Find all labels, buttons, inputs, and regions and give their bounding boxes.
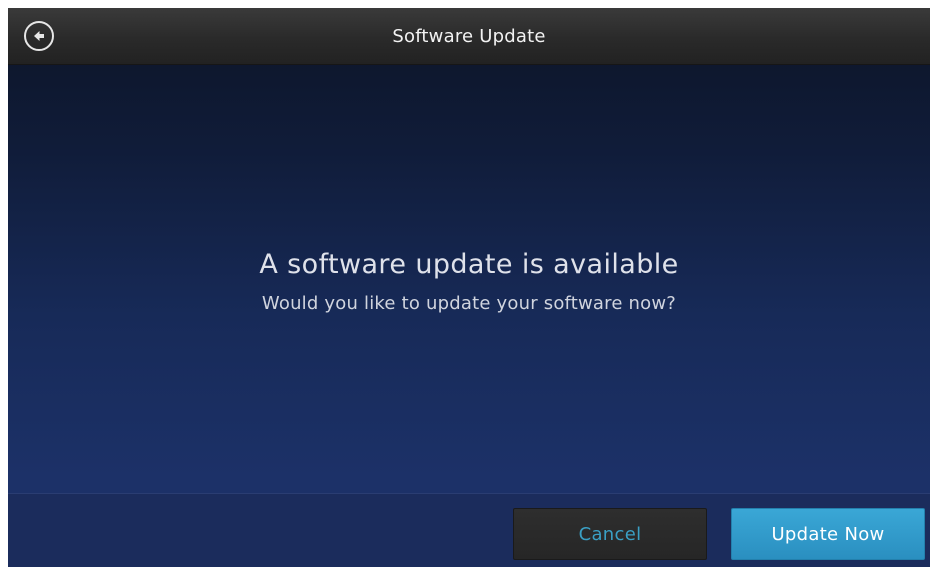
update-screen: Software Update A software update is ava… — [8, 8, 930, 567]
action-bar: Cancel Update Now — [8, 493, 930, 567]
update-message: A software update is available Would you… — [8, 248, 930, 316]
title-bar: Software Update — [8, 8, 930, 65]
update-headline: A software update is available — [259, 249, 679, 280]
back-button[interactable] — [24, 21, 54, 51]
cancel-button[interactable]: Cancel — [513, 508, 707, 560]
back-arrow-icon — [34, 31, 44, 41]
update-now-button[interactable]: Update Now — [731, 508, 925, 560]
update-prompt: Would you like to update your software n… — [261, 293, 677, 314]
page-title: Software Update — [392, 25, 546, 47]
